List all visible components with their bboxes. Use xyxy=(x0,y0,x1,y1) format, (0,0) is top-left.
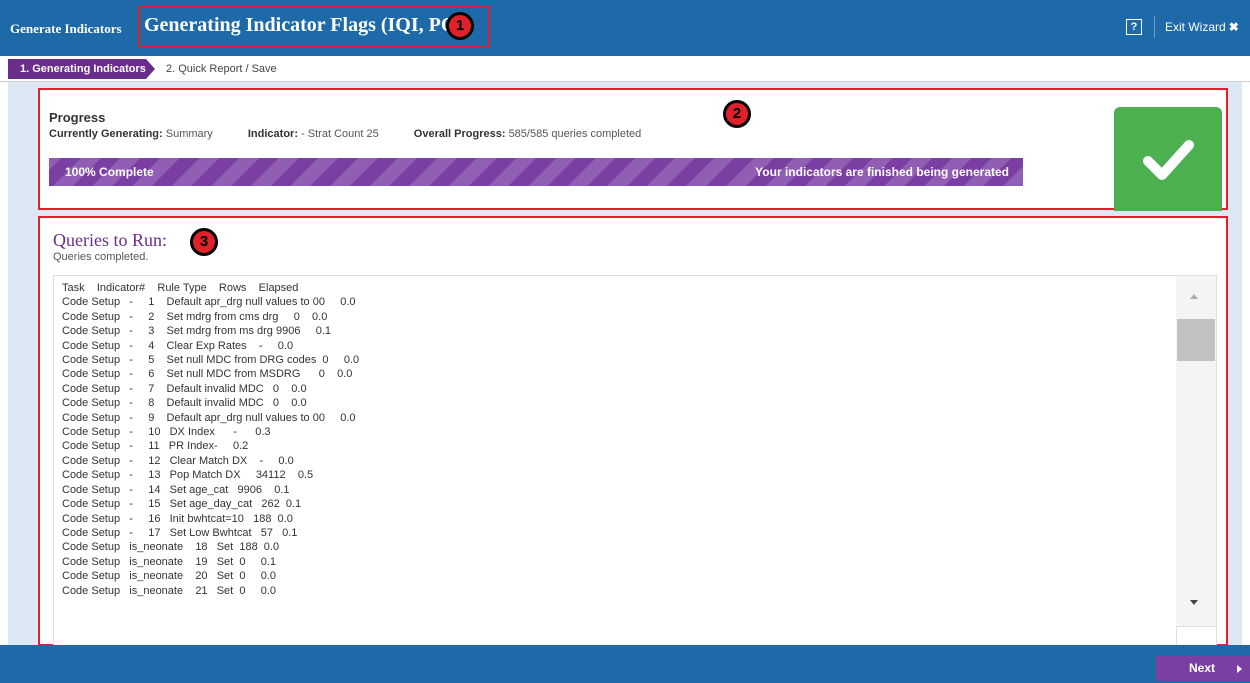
query-log-row: Code Setup - 1 Default apr_drg null valu… xyxy=(62,296,356,309)
progress-details: Currently Generating: Summary Indicator:… xyxy=(49,128,641,140)
header-bar: Generate Indicators Generating Indicator… xyxy=(0,0,1250,56)
close-icon: ✖ xyxy=(1228,20,1239,34)
indicator-value: - Strat Count 25 xyxy=(301,128,379,140)
exit-wizard-label: Exit Wizard xyxy=(1165,20,1226,34)
query-log-row: Code Setup - 16 Init bwhtcat=10 188 0.0 xyxy=(62,512,293,525)
currently-generating-label: Currently Generating: xyxy=(49,128,163,140)
wizard-steps: 1. Generating Indicators 2. Quick Report… xyxy=(0,56,1250,82)
next-button[interactable]: Next xyxy=(1156,656,1250,681)
queries-subtitle: Queries completed. xyxy=(53,251,149,263)
query-log-header: Task Indicator# Rule Type Rows Elapsed xyxy=(62,282,299,294)
query-log-row: Code Setup - 14 Set age_cat 9906 0.1 xyxy=(62,483,290,496)
query-log-lines: Task Indicator# Rule Type Rows Elapsed Co… xyxy=(62,281,359,598)
query-log-row: Code Setup is_neonate 19 Set 0 0.1 xyxy=(62,555,277,568)
query-log-row: Code Setup - 15 Set age_day_cat 262 0.1 xyxy=(62,498,302,511)
query-log-row: Code Setup - 13 Pop Match DX 34112 0.5 xyxy=(62,469,314,482)
query-log-row: Code Setup - 11 PR Index- 0.2 xyxy=(62,440,249,453)
query-log-row: Code Setup - 2 Set mdrg from cms drg 0 0… xyxy=(62,310,328,323)
query-log-row: Code Setup is_neonate 21 Set 0 0.0 xyxy=(62,584,277,597)
check-icon xyxy=(1143,140,1194,180)
step-quick-report-save[interactable]: 2. Quick Report / Save xyxy=(166,63,277,75)
step-generating-indicators[interactable]: 1. Generating Indicators xyxy=(8,59,155,79)
annotation-marker-1: 1 xyxy=(446,12,474,40)
query-log-row: Code Setup is_neonate 20 Set 0 0.0 xyxy=(62,570,277,583)
annotation-marker-2: 2 xyxy=(723,100,751,128)
query-log-row: Code Setup - 12 Clear Match DX - 0.0 xyxy=(62,454,294,467)
scroll-thumb[interactable] xyxy=(1177,319,1215,361)
scroll-down-arrow-icon[interactable] xyxy=(1190,600,1198,605)
query-log-row: Code Setup - 4 Clear Exp Rates - 0.0 xyxy=(62,339,294,352)
queries-panel: Queries to Run: 3 Queries completed. Tas… xyxy=(38,216,1228,648)
currently-generating-value: Summary xyxy=(165,128,213,140)
annotation-marker-3: 3 xyxy=(190,228,218,256)
query-log-row: Code Setup is_neonate 18 Set 188 0.0 xyxy=(62,541,280,554)
query-log-row: Code Setup - 10 DX Index - 0.3 xyxy=(62,426,271,439)
completion-badge xyxy=(1114,107,1222,211)
progress-title: Progress xyxy=(49,110,106,125)
query-log-row: Code Setup - 7 Default invalid MDC 0 0.0 xyxy=(62,382,307,395)
header-divider xyxy=(1154,16,1155,38)
overall-progress-value: 585/585 queries completed xyxy=(508,128,642,140)
query-log-row: Code Setup - 3 Set mdrg from ms drg 9906… xyxy=(62,325,332,338)
help-button[interactable]: ? xyxy=(1126,19,1142,35)
query-log-row: Code Setup - 17 Set Low Bwhtcat 57 0.1 xyxy=(62,526,298,539)
query-log-row: Code Setup - 8 Default invalid MDC 0 0.0 xyxy=(62,397,307,410)
overall-progress-label: Overall Progress: xyxy=(413,128,506,140)
chevron-right-icon xyxy=(1237,665,1242,673)
app-brand: Generate Indicators xyxy=(10,21,122,36)
query-log-row: Code Setup - 6 Set null MDC from MSDRG 0… xyxy=(62,368,353,381)
query-log-row: Code Setup - 9 Default apr_drg null valu… xyxy=(62,411,356,424)
queries-title: Queries to Run: xyxy=(53,230,167,250)
progress-percent-text: 100% Complete xyxy=(65,165,154,179)
progress-bar: 100% Complete Your indicators are finish… xyxy=(49,158,1023,186)
page-title: Generating Indicator Flags (IQI, PQI) xyxy=(144,14,471,36)
progress-status-text: Your indicators are finished being gener… xyxy=(755,165,1009,179)
query-log-row: Code Setup - 5 Set null MDC from DRG cod… xyxy=(62,354,360,367)
progress-panel: Progress Currently Generating: Summary I… xyxy=(38,88,1228,211)
query-log[interactable]: Task Indicator# Rule Type Rows Elapsed Co… xyxy=(53,275,1217,648)
scroll-up-arrow-icon[interactable] xyxy=(1190,294,1198,299)
footer-bar: Next xyxy=(0,645,1250,683)
next-button-label: Next xyxy=(1189,661,1216,675)
exit-wizard-button[interactable]: Exit Wizard ✖ xyxy=(1165,20,1239,34)
query-log-scrollbar[interactable] xyxy=(1176,276,1216,648)
indicator-label: Indicator: xyxy=(247,128,298,140)
